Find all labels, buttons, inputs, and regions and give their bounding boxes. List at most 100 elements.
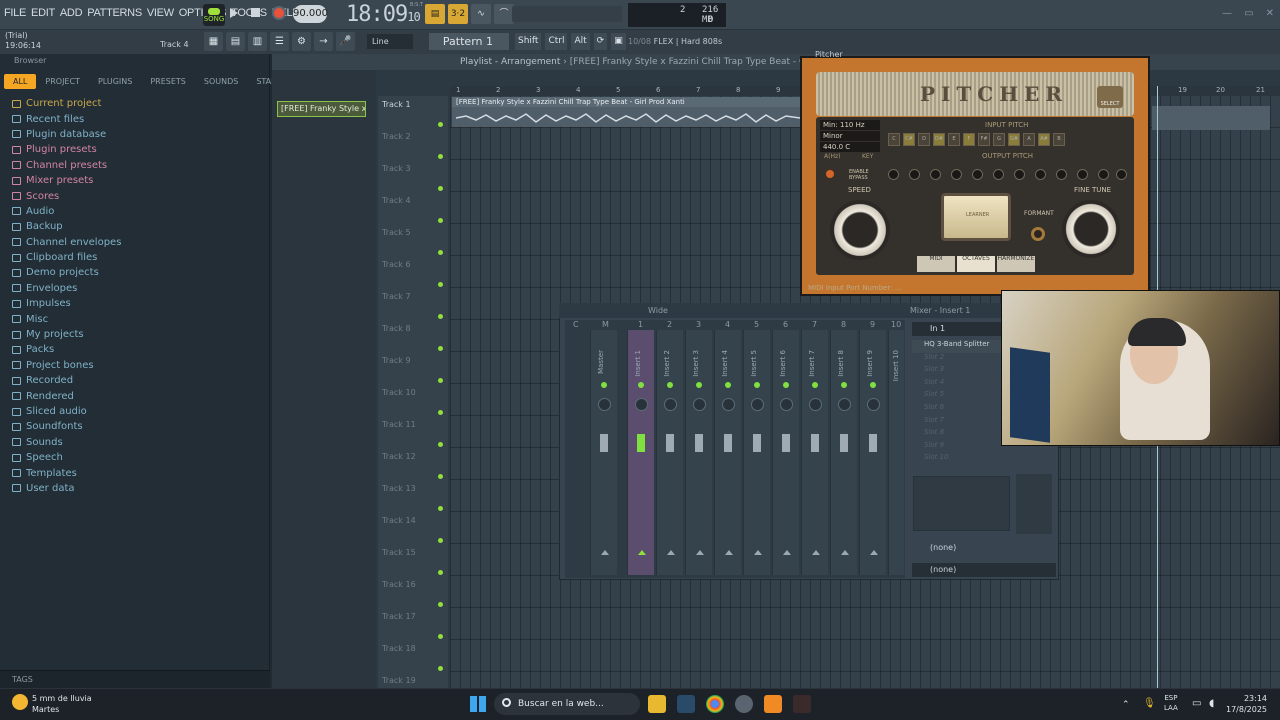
browser-item[interactable]: Templates [12, 465, 262, 480]
track-mute-led[interactable] [438, 474, 443, 479]
key-g-sharp[interactable]: G# [1008, 133, 1020, 146]
pattern-mode-icon[interactable]: ▤ [425, 4, 445, 24]
key-f[interactable]: F [963, 133, 975, 146]
snap-selector[interactable]: Line [367, 34, 413, 49]
browser-item[interactable]: Audio [12, 204, 262, 219]
route-icon[interactable] [696, 550, 704, 555]
track-mute-led[interactable] [438, 186, 443, 191]
menu-add[interactable]: ADD [60, 7, 83, 19]
browser-item[interactable]: Backup [12, 219, 262, 234]
note-knob[interactable] [888, 169, 899, 180]
mixer-strip-insert-3[interactable]: 3 Insert 3 [685, 320, 712, 575]
track-mute-led[interactable] [438, 122, 443, 127]
mixer-strip-master[interactable]: Master [590, 330, 617, 575]
weather-widget[interactable]: 5 mm de lluvia Martes [32, 693, 92, 715]
mixer-strip-insert-5[interactable]: 5 Insert 5 [743, 320, 770, 575]
note-knob[interactable] [1098, 169, 1109, 180]
pan-knob[interactable] [598, 398, 611, 411]
mixer-icon[interactable]: ☰ [270, 32, 289, 51]
strip-led[interactable] [638, 382, 644, 388]
play-icon[interactable] [230, 8, 238, 18]
browser-item[interactable]: Current project [12, 96, 262, 111]
mixer-strip-insert-7[interactable]: 7 Insert 7 [801, 320, 828, 575]
volume-fader[interactable] [600, 434, 608, 452]
browser-item[interactable]: Soundfonts [12, 419, 262, 434]
effect-slot[interactable]: Slot 4 [912, 378, 1004, 391]
send-faders[interactable] [1016, 474, 1052, 534]
browser-item[interactable]: User data [12, 481, 262, 496]
browser-item[interactable]: Envelopes [12, 281, 262, 296]
note-knob[interactable] [1035, 169, 1046, 180]
browser-item[interactable]: Sounds [12, 435, 262, 450]
key-a[interactable]: A [1023, 133, 1035, 146]
scale-field[interactable]: Minor [820, 131, 880, 141]
mixer-strip-insert-1[interactable]: 1 Insert 1 [627, 320, 654, 575]
track-mute-led[interactable] [438, 346, 443, 351]
audio-clip-continued[interactable] [1152, 106, 1270, 130]
track-label[interactable]: Track 15 [382, 548, 416, 557]
menu-file[interactable]: FILE [4, 7, 26, 19]
track-mute-led[interactable] [438, 538, 443, 543]
file-explorer-icon[interactable] [648, 695, 666, 713]
pan-knob[interactable] [780, 398, 793, 411]
tags-bar[interactable]: TAGS [0, 670, 270, 688]
browser-item[interactable]: Plugin presets [12, 142, 262, 157]
strip-led[interactable] [725, 382, 731, 388]
volume-fader[interactable] [666, 434, 674, 452]
track-label[interactable]: Track 13 [382, 484, 416, 493]
track-label[interactable]: Track 8 [382, 324, 411, 333]
volume-fader[interactable] [637, 434, 645, 452]
fine-tune-knob[interactable] [1062, 200, 1120, 258]
browser-item[interactable]: My projects [12, 327, 262, 342]
master-pitch-slider[interactable] [512, 6, 622, 22]
track-label[interactable]: Track 17 [382, 612, 416, 621]
route-icon[interactable] [601, 550, 609, 555]
key-f-sharp[interactable]: F# [978, 133, 990, 146]
key-d[interactable]: D [918, 133, 930, 146]
track-mute-led[interactable] [438, 570, 443, 575]
tab-all[interactable]: ALL [4, 74, 37, 89]
browser-item[interactable]: Sliced audio [12, 404, 262, 419]
record-icon[interactable] [272, 6, 286, 20]
output-select-1[interactable]: (none) [912, 541, 1056, 555]
mixer-strip-insert-10[interactable]: 10 Insert 10 [888, 320, 904, 575]
note-knob[interactable] [951, 169, 962, 180]
key-c-sharp[interactable]: C# [903, 133, 915, 146]
steam-icon[interactable] [677, 695, 695, 713]
track-mute-led[interactable] [438, 154, 443, 159]
track-label[interactable]: Track 4 [382, 196, 411, 205]
volume-fader[interactable] [753, 434, 761, 452]
track-mute-led[interactable] [438, 666, 443, 671]
close-icon[interactable]: ✕ [1266, 8, 1274, 19]
track-mute-led[interactable] [438, 634, 443, 639]
track-label[interactable]: Track 11 [382, 420, 416, 429]
note-knob[interactable] [993, 169, 1004, 180]
note-knob[interactable] [909, 169, 920, 180]
effect-slot[interactable]: Slot 3 [912, 365, 1004, 378]
network-icon[interactable]: ▭ [1192, 698, 1201, 709]
route-icon[interactable] [754, 550, 762, 555]
formant-button[interactable] [1031, 227, 1045, 241]
browser-item[interactable]: Recorded [12, 373, 262, 388]
mixer-strip-insert-6[interactable]: 6 Insert 6 [772, 320, 799, 575]
mixer-strip-insert-4[interactable]: 4 Insert 4 [714, 320, 741, 575]
track-mute-led[interactable] [438, 282, 443, 287]
track-mute-led[interactable] [438, 506, 443, 511]
volume-fader[interactable] [869, 434, 877, 452]
pan-knob[interactable] [751, 398, 764, 411]
track-label[interactable]: Track 9 [382, 356, 411, 365]
browser-item[interactable]: Rendered [12, 388, 262, 403]
note-knob[interactable] [1056, 169, 1067, 180]
mixer-strip-insert-9[interactable]: 9 Insert 9 [859, 320, 886, 575]
tray-chevron-icon[interactable]: ⌃ [1122, 700, 1130, 710]
pitcher-select-button[interactable]: SELECT [1097, 86, 1123, 108]
track-mute-led[interactable] [438, 602, 443, 607]
pan-knob[interactable] [693, 398, 706, 411]
app-icon[interactable] [735, 695, 753, 713]
effect-slot[interactable]: Slot 10 [912, 453, 1004, 466]
stop-icon[interactable] [251, 8, 260, 17]
track-mute-led[interactable] [438, 250, 443, 255]
weather-icon[interactable] [12, 694, 28, 710]
metronome-icon[interactable]: ⌒ [494, 4, 514, 24]
track-mute-led[interactable] [438, 314, 443, 319]
